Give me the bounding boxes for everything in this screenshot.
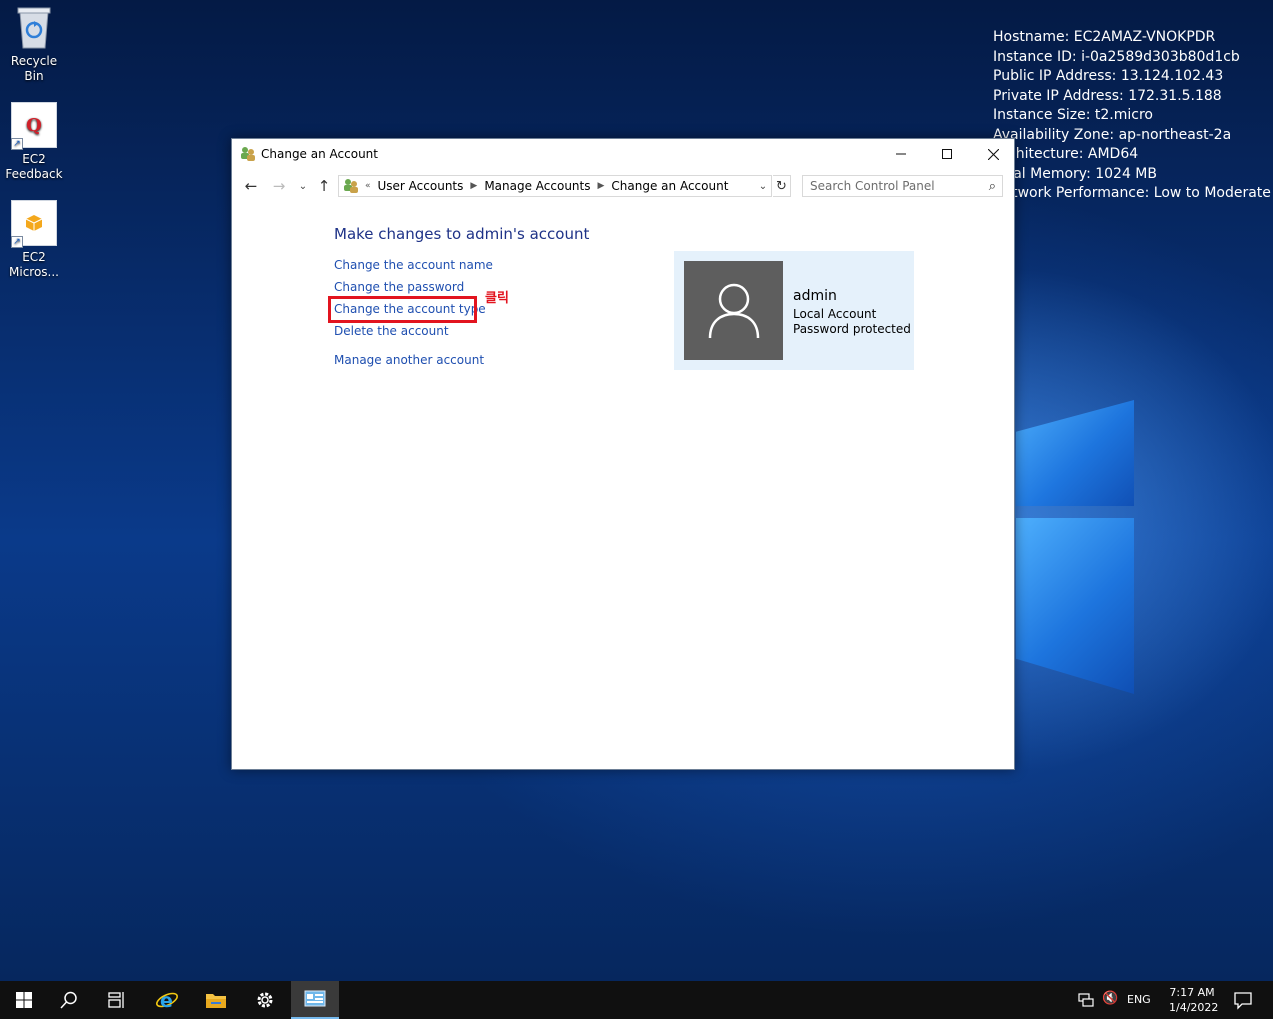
- annotation-label: 클릭: [485, 291, 509, 306]
- bginfo-line: Architecture: AMD64: [993, 146, 1139, 162]
- volume-muted-icon[interactable]: 🔇: [1102, 991, 1118, 1006]
- taskbar-settings[interactable]: [241, 981, 289, 1019]
- taskbar: e 🔇 ENG 7:17 AM 1/4/2022: [0, 981, 1273, 1019]
- clock-time: 7:17 AM: [1169, 986, 1215, 999]
- desktop-icon-label: EC2 Micros...: [9, 250, 59, 279]
- address-bar[interactable]: « User Accounts ▶ Manage Accounts ▶ Chan…: [338, 175, 772, 197]
- windows-logo-pane-top: [1016, 400, 1134, 506]
- change-account-window: Change an Account ← → ⌄ ↑ « User Account…: [231, 138, 1015, 770]
- chevron-down-icon: ⌄: [298, 180, 308, 192]
- forward-button[interactable]: →: [268, 176, 290, 196]
- bginfo-line: Public IP Address: 13.124.102.43: [993, 68, 1224, 84]
- account-type: Local Account: [793, 307, 877, 321]
- account-name: admin: [793, 288, 837, 304]
- bginfo-line: Network Performance: Low to Moderate: [993, 185, 1271, 201]
- task-view-button[interactable]: [93, 981, 141, 1019]
- control-panel-icon: [241, 147, 255, 161]
- change-password-link[interactable]: Change the password: [334, 280, 464, 294]
- account-password-status: Password protected: [793, 322, 911, 336]
- svg-text:e: e: [160, 990, 173, 1012]
- up-arrow-icon: ↑: [317, 177, 331, 195]
- bginfo-overlay: Hostname: EC2AMAZ-VNOKPDR Instance ID: i…: [993, 28, 1271, 204]
- clock-date: 1/4/2022: [1169, 1001, 1219, 1014]
- breadcrumb-change-an-account[interactable]: Change an Account: [611, 179, 728, 193]
- breadcrumb-overflow[interactable]: «: [365, 181, 371, 191]
- desktop-icon-ec2-microsoft[interactable]: ↗ EC2 Micros...: [0, 200, 68, 280]
- search-placeholder: Search Control Panel: [810, 179, 935, 193]
- search-input[interactable]: Search Control Panel ⌕: [802, 175, 1003, 197]
- annotation-highlight-box: [328, 296, 477, 323]
- notification-icon[interactable]: [1233, 990, 1253, 1010]
- up-button[interactable]: ↑: [314, 176, 334, 196]
- input-language[interactable]: ENG: [1127, 993, 1151, 1006]
- gear-icon: [257, 992, 273, 1008]
- refresh-button[interactable]: ↻: [773, 175, 791, 197]
- control-panel-icon: [344, 179, 358, 193]
- bginfo-line: Total Memory: 1024 MB: [993, 165, 1157, 182]
- minimize-icon: [896, 153, 906, 155]
- recycle-bin-icon: [11, 4, 57, 50]
- breadcrumb-user-accounts[interactable]: User Accounts: [378, 179, 464, 193]
- icon-frame: Q ↗: [11, 102, 57, 150]
- back-arrow-icon: ←: [244, 177, 258, 195]
- close-button[interactable]: [970, 139, 1016, 169]
- desktop-icon-ec2-feedback[interactable]: Q ↗ EC2 Feedback: [0, 102, 68, 182]
- title-bar[interactable]: Change an Account: [232, 139, 1014, 169]
- windows-start-icon: [16, 992, 32, 1008]
- taskbar-control-panel[interactable]: [291, 981, 339, 1019]
- forward-arrow-icon: →: [272, 177, 286, 195]
- page-title: Make changes to admin's account: [334, 225, 590, 243]
- folder-icon: [206, 994, 226, 1008]
- desktop-icon-label: Recycle Bin: [10, 54, 58, 83]
- bginfo-line: Hostname: EC2AMAZ-VNOKPDR: [993, 29, 1216, 45]
- start-button[interactable]: [0, 981, 48, 1019]
- address-dropdown-button[interactable]: ⌄: [755, 176, 771, 196]
- search-icon: [60, 991, 77, 1009]
- window-title: Change an Account: [261, 147, 378, 161]
- navigation-bar: ← → ⌄ ↑ « User Accounts ▶ Manage Account…: [232, 171, 1016, 201]
- control-panel-icon: [304, 990, 326, 1007]
- bginfo-line: Private IP Address: 172.31.5.188: [993, 87, 1222, 104]
- shortcut-arrow-icon: ↗: [11, 236, 23, 248]
- recent-locations-button[interactable]: ⌄: [296, 176, 310, 196]
- desktop-icon-label: EC2 Feedback: [5, 152, 63, 181]
- bginfo-line: Instance Size: t2.micro: [993, 107, 1153, 123]
- shortcut-arrow-icon: ↗: [11, 138, 23, 150]
- task-view-icon: [108, 992, 124, 1008]
- delete-account-link[interactable]: Delete the account: [334, 324, 449, 338]
- manage-another-account-link[interactable]: Manage another account: [334, 353, 484, 367]
- breadcrumb-separator-icon[interactable]: ▶: [470, 181, 477, 191]
- back-button[interactable]: ←: [240, 176, 262, 196]
- desktop-icon-recycle-bin[interactable]: Recycle Bin: [0, 4, 68, 84]
- maximize-icon: [942, 149, 952, 159]
- account-card: admin Local Account Password protected: [674, 251, 914, 370]
- taskbar-internet-explorer[interactable]: e: [143, 981, 191, 1019]
- search-icon[interactable]: ⌕: [989, 179, 996, 194]
- taskbar-file-explorer[interactable]: [192, 981, 240, 1019]
- minimize-button[interactable]: [878, 139, 924, 169]
- breadcrumb-manage-accounts[interactable]: Manage Accounts: [484, 179, 590, 193]
- taskbar-search-button[interactable]: [45, 981, 93, 1019]
- close-icon: [987, 148, 999, 160]
- breadcrumb-separator-icon[interactable]: ▶: [598, 181, 605, 191]
- user-avatar-icon: [684, 261, 783, 360]
- taskbar-clock[interactable]: 7:17 AM 1/4/2022: [1169, 985, 1219, 1015]
- maximize-button[interactable]: [924, 139, 970, 169]
- network-icon[interactable]: [1078, 992, 1094, 1008]
- change-account-name-link[interactable]: Change the account name: [334, 258, 493, 272]
- bginfo-line: Availability Zone: ap-northeast-2a: [993, 126, 1232, 143]
- windows-logo-pane-bottom: [1016, 518, 1134, 694]
- bginfo-line: Instance ID: i-0a2589d303b80d1cb: [993, 48, 1240, 65]
- refresh-icon: ↻: [776, 178, 787, 194]
- icon-frame: ↗: [11, 200, 57, 248]
- chevron-down-icon: ⌄: [758, 180, 768, 192]
- ie-icon: e: [156, 990, 178, 1012]
